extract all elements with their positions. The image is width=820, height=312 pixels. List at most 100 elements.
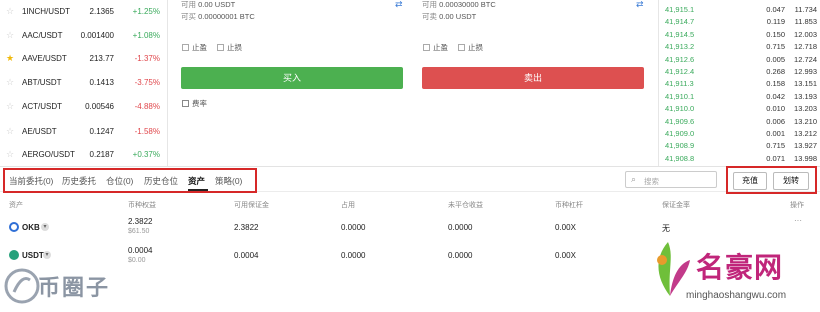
favorite-star-icon[interactable]: ☆ xyxy=(6,77,14,88)
sell-available-row: 可用 0.00030000 BTC xyxy=(422,0,496,9)
ob-price: 41,913.2 xyxy=(665,42,695,52)
pair-name: AERGO/USDT xyxy=(22,150,75,159)
checkbox-icon xyxy=(182,44,189,51)
ob-amount: 0.715 xyxy=(766,42,785,52)
ob-amount: 0.047 xyxy=(766,5,785,14)
chevron-down-icon[interactable]: ▾ xyxy=(43,251,51,259)
buy-available-row: 可用 0.00 USDT xyxy=(181,0,236,9)
buy-take-profit-checkbox[interactable]: 止盈 xyxy=(182,42,207,53)
checkbox-icon xyxy=(423,44,430,51)
orderbook-row[interactable]: 41,912.4 0.268 12.993 xyxy=(659,65,820,78)
favorite-star-icon[interactable]: ☆ xyxy=(6,30,14,41)
col-actions: 操作 xyxy=(790,202,804,209)
orderbook-row[interactable]: 41,913.2 0.715 12.718 xyxy=(659,40,820,53)
pair-price: 2.1365 xyxy=(89,7,114,16)
okb-coin-icon xyxy=(9,222,19,232)
market-row[interactable]: ☆ AE/USDT 0.1247 -1.58% xyxy=(0,120,168,144)
highlight-box-tabs xyxy=(3,168,257,193)
leaf-logo-icon xyxy=(657,242,690,296)
pair-change: +1.08% xyxy=(132,31,160,40)
buy-button[interactable]: 买入 xyxy=(181,67,403,89)
pair-name: AAVE/USDT xyxy=(22,54,67,63)
market-list: ☆ 1INCH/USDT 2.1365 +1.25% ☆ AAC/USDT 0.001400… xyxy=(0,0,168,166)
sell-button[interactable]: 卖出 xyxy=(422,67,644,89)
orderbook-row[interactable]: 41,911.3 0.158 13.151 xyxy=(659,77,820,90)
pair-price: 0.001400 xyxy=(80,31,114,40)
ob-price: 41,914.5 xyxy=(665,29,695,39)
pair-price: 0.00546 xyxy=(85,102,114,111)
ob-total: 13.203 xyxy=(794,104,817,114)
more-actions-icon[interactable]: ··· xyxy=(794,216,802,225)
upl-value: 0.0000 xyxy=(448,223,473,232)
chevron-down-icon[interactable]: ▾ xyxy=(41,223,49,231)
ob-price: 41,910.1 xyxy=(665,91,695,101)
market-row[interactable]: ☆ ABT/USDT 0.1413 -3.75% xyxy=(0,71,168,95)
col-used: 占用 xyxy=(341,202,355,209)
buy-stop-loss-checkbox[interactable]: 止损 xyxy=(217,42,242,53)
favorite-star-icon[interactable]: ☆ xyxy=(6,126,14,137)
col-leverage: 币种杠杆 xyxy=(555,202,583,209)
orderbook-row[interactable]: 41,914.5 0.150 12.003 xyxy=(659,28,820,41)
orderbook-row[interactable]: 41,910.0 0.010 13.203 xyxy=(659,102,820,115)
swap-icon[interactable]: ⇄ xyxy=(636,0,644,10)
pair-change: +1.25% xyxy=(132,7,160,16)
pair-change: +0.37% xyxy=(132,150,160,159)
usdt-coin-icon xyxy=(9,250,19,260)
swap-icon[interactable]: ⇄ xyxy=(395,0,403,10)
market-row[interactable]: ☆ ACT/USDT 0.00546 -4.88% xyxy=(0,95,168,119)
ob-price: 41,909.6 xyxy=(665,116,695,126)
search-input[interactable]: ⌕ 搜索 xyxy=(625,171,717,188)
sell-max-row: 可卖 0.00 USDT xyxy=(422,12,477,21)
ob-amount: 0.150 xyxy=(766,29,785,39)
orderbook-row[interactable]: 41,909.6 0.006 13.210 xyxy=(659,115,820,128)
market-row[interactable]: ★ AAVE/USDT 213.77 -1.37% xyxy=(0,47,168,71)
orderbook-row[interactable]: 41,915.1 0.047 11.734 xyxy=(659,3,820,16)
ob-total: 13.151 xyxy=(794,79,817,89)
ob-amount: 0.071 xyxy=(766,153,785,163)
sell-stop-loss-checkbox[interactable]: 止损 xyxy=(458,42,483,53)
market-row[interactable]: ☆ 1INCH/USDT 2.1365 +1.25% xyxy=(0,0,168,24)
ob-amount: 0.042 xyxy=(766,91,785,101)
checkbox-icon xyxy=(458,44,465,51)
market-row[interactable]: ☆ AAC/USDT 0.001400 +1.08% xyxy=(0,24,168,48)
orderbook-row[interactable]: 41,908.9 0.715 13.927 xyxy=(659,139,820,152)
orderbook-row[interactable]: 41,914.7 0.119 11.853 xyxy=(659,15,820,28)
ob-amount: 0.715 xyxy=(766,141,785,151)
ob-price: 41,911.3 xyxy=(665,79,694,89)
favorite-star-icon[interactable]: ☆ xyxy=(6,6,14,17)
watermark-right-logo: 名豪网 minghaoshangwu.com xyxy=(640,230,820,312)
pair-price: 213.77 xyxy=(89,54,114,63)
search-placeholder: 搜索 xyxy=(644,177,659,186)
orderbook-row[interactable]: 41,910.1 0.042 13.193 xyxy=(659,90,820,103)
pair-change: -3.75% xyxy=(134,78,160,87)
ob-total: 13.212 xyxy=(794,129,817,138)
orderbook-row[interactable]: 41,908.8 0.071 13.998 xyxy=(659,152,820,165)
ob-amount: 0.005 xyxy=(766,54,785,64)
pair-name: ACT/USDT xyxy=(22,102,62,111)
sell-take-profit-checkbox[interactable]: 止盈 xyxy=(423,42,448,53)
pair-name: AE/USDT xyxy=(22,127,57,136)
asset-name: OKB xyxy=(22,223,40,232)
fee-icon xyxy=(182,100,189,107)
fee-rate-link[interactable]: 费率 xyxy=(182,98,207,109)
orderbook-row[interactable]: 41,912.6 0.005 12.724 xyxy=(659,53,820,66)
pair-name: AAC/USDT xyxy=(22,31,63,40)
col-available-margin: 可用保证金 xyxy=(234,202,269,209)
ob-total: 11.734 xyxy=(794,5,817,14)
leverage-value: 0.00X xyxy=(555,251,576,260)
pair-change: -1.37% xyxy=(134,54,160,63)
pair-price: 0.1413 xyxy=(89,78,114,87)
favorite-star-icon[interactable]: ☆ xyxy=(6,101,14,112)
market-row[interactable]: ☆ AERGO/USDT 0.2187 +0.37% xyxy=(0,143,168,167)
ob-total: 12.724 xyxy=(794,54,817,64)
favorite-star-icon[interactable]: ★ xyxy=(6,53,14,64)
favorite-star-icon[interactable]: ☆ xyxy=(6,149,14,160)
ob-amount: 0.158 xyxy=(766,79,785,89)
equity-usd: $61.50 xyxy=(128,228,150,235)
pair-change: -4.88% xyxy=(134,102,160,111)
col-margin-ratio: 保证金率 xyxy=(662,202,690,209)
equity-value: 0.0004 xyxy=(128,246,153,255)
leverage-value: 0.00X xyxy=(555,223,576,232)
asset-name: USDT xyxy=(22,251,44,260)
orderbook-row[interactable]: 41,909.0 0.001 13.212 xyxy=(659,127,820,140)
